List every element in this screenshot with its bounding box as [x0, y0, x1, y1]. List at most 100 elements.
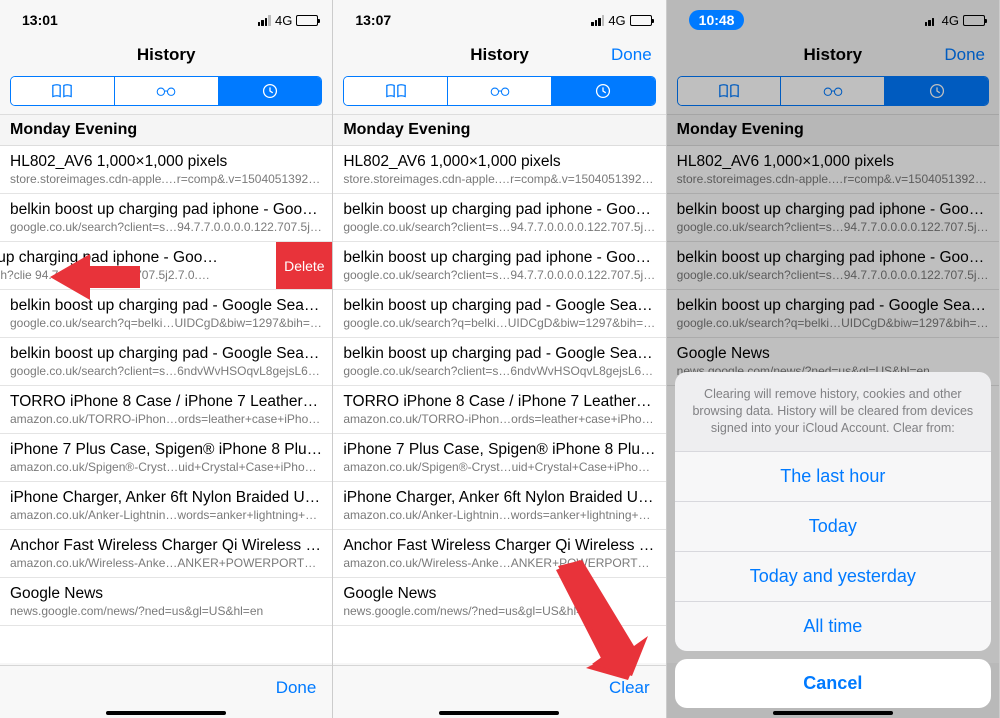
cancel-button[interactable]: Cancel: [675, 659, 991, 708]
page-title: History: [137, 45, 196, 65]
row-subtitle: google.co.uk/search?client=s…94.7.7.0.0.…: [677, 268, 989, 282]
history-row[interactable]: TORRO iPhone 8 Case / iPhone 7 Leather… …: [0, 386, 332, 434]
page-title: History: [470, 45, 529, 65]
history-row[interactable]: belkin boost up charging pad iphone - Go…: [333, 242, 665, 290]
history-row[interactable]: iPhone 7 Plus Case, Spigen® iPhone 8 Plu…: [0, 434, 332, 482]
row-title: boost up charging pad iphone - Goo…: [0, 249, 267, 267]
bookmarks-tab[interactable]: [11, 77, 115, 105]
history-tab[interactable]: [552, 77, 655, 105]
history-row[interactable]: HL802_AV6 1,000×1,000 pixelsstore.storei…: [667, 146, 999, 194]
row-subtitle: amazon.co.uk/Anker-Lightnin…words=anker+…: [343, 508, 655, 522]
history-row[interactable]: TORRO iPhone 8 Case / iPhone 7 Leather…a…: [333, 386, 665, 434]
clear-last-hour-option[interactable]: The last hour: [675, 452, 991, 502]
bookmarks-tab[interactable]: [344, 77, 448, 105]
status-time: 13:01: [22, 12, 58, 28]
navbar: History Done: [333, 34, 665, 76]
home-indicator[interactable]: [773, 711, 893, 715]
row-subtitle: amazon.co.uk/Spigen®-Cryst…uid+Crystal+C…: [343, 460, 655, 474]
history-row[interactable]: belkin boost up charging pad - Google Se…: [0, 290, 332, 338]
battery-icon: [963, 15, 985, 26]
history-row[interactable]: Google Newsnews.google.com/news/?ned=us&…: [333, 578, 665, 626]
segmented-control[interactable]: [343, 76, 655, 106]
row-title: belkin boost up charging pad - Google Se…: [343, 345, 655, 363]
row-title: Anchor Fast Wireless Charger Qi Wireless…: [343, 537, 655, 555]
row-subtitle: store.storeimages.cdn-apple.…r=comp&.v=1…: [10, 172, 322, 186]
history-row[interactable]: iPhone 7 Plus Case, Spigen® iPhone 8 Plu…: [333, 434, 665, 482]
segmented-control[interactable]: [10, 76, 322, 106]
row-title: TORRO iPhone 8 Case / iPhone 7 Leather…: [343, 393, 655, 411]
history-tab[interactable]: [885, 77, 988, 105]
reading-list-tab[interactable]: [115, 77, 219, 105]
row-subtitle: news.google.com/news/?ned=us&gl=US&hl=en: [10, 604, 322, 618]
clock-icon: [259, 82, 281, 100]
history-row[interactable]: iPhone Charger, Anker 6ft Nylon Braided …: [333, 482, 665, 530]
clear-today-option[interactable]: Today: [675, 502, 991, 552]
history-row[interactable]: belkin boost up charging pad - Google Se…: [333, 338, 665, 386]
history-row[interactable]: boost up charging pad iphone - Goo… uk/s…: [0, 242, 277, 289]
row-title: belkin boost up charging pad iphone - Go…: [343, 201, 655, 219]
done-button[interactable]: Done: [611, 34, 652, 76]
row-title: iPhone 7 Plus Case, Spigen® iPhone 8 Plu…: [10, 441, 322, 459]
segmented-control[interactable]: [677, 76, 989, 106]
clear-all-time-option[interactable]: All time: [675, 602, 991, 651]
row-subtitle: google.co.uk/search?q=belki…UIDCgD&biw=1…: [10, 316, 322, 330]
status-time[interactable]: 10:48: [689, 10, 745, 30]
row-subtitle: news.google.com/news/?ned=us&gl=US&hl=en: [343, 604, 655, 618]
signal-icon: [258, 15, 271, 26]
history-row[interactable]: Anchor Fast Wireless Charger Qi Wireless…: [0, 530, 332, 578]
row-subtitle: amazon.co.uk/TORRO-iPhon…ords=leather+ca…: [343, 412, 655, 426]
status-bar: 13:07 4G: [333, 0, 665, 34]
row-title: HL802_AV6 1,000×1,000 pixels: [10, 153, 322, 171]
row-title: Anchor Fast Wireless Charger Qi Wireless…: [10, 537, 322, 555]
history-row[interactable]: belkin boost up charging pad - Google Se…: [0, 338, 332, 386]
row-subtitle: amazon.co.uk/Spigen®-Cryst…uid+Crystal+C…: [10, 460, 322, 474]
row-title: belkin boost up charging pad - Google Se…: [343, 297, 655, 315]
reading-list-tab[interactable]: [781, 77, 885, 105]
history-row[interactable]: HL802_AV6 1,000×1,000 pixels store.store…: [0, 146, 332, 194]
delete-button[interactable]: Delete: [276, 242, 332, 289]
signal-icon: [925, 15, 938, 26]
history-row[interactable]: belkin boost up charging pad iphone - Go…: [0, 194, 332, 242]
row-title: iPhone Charger, Anker 6ft Nylon Braided …: [10, 489, 322, 507]
reading-list-tab[interactable]: [448, 77, 552, 105]
status-right: 4G: [925, 13, 985, 28]
history-row[interactable]: belkin boost up charging pad iphone - Go…: [667, 242, 999, 290]
battery-icon: [630, 15, 652, 26]
home-indicator[interactable]: [106, 711, 226, 715]
row-title: HL802_AV6 1,000×1,000 pixels: [677, 153, 989, 171]
home-indicator[interactable]: [439, 711, 559, 715]
history-row[interactable]: iPhone Charger, Anker 6ft Nylon Braided …: [0, 482, 332, 530]
history-tab[interactable]: [219, 77, 322, 105]
done-button[interactable]: Done: [276, 678, 317, 698]
glasses-icon: [155, 82, 177, 100]
history-row[interactable]: belkin boost up charging pad iphone - Go…: [333, 194, 665, 242]
signal-icon: [591, 15, 604, 26]
row-title: belkin boost up charging pad - Google Se…: [10, 345, 322, 363]
status-time: 13:07: [355, 12, 391, 28]
history-row[interactable]: Anchor Fast Wireless Charger Qi Wireless…: [333, 530, 665, 578]
row-subtitle: uk/search?clie 94.7.7.0.0.0.0.122.707.5j…: [0, 268, 267, 282]
history-row[interactable]: HL802_AV6 1,000×1,000 pixelsstore.storei…: [333, 146, 665, 194]
row-title: belkin boost up charging pad iphone - Go…: [10, 201, 322, 219]
navbar: History: [0, 34, 332, 76]
section-header: Monday Evening: [0, 114, 332, 146]
done-button[interactable]: Done: [944, 34, 985, 76]
row-subtitle: google.co.uk/search?q=belki…UIDCgD&biw=1…: [343, 316, 655, 330]
history-row[interactable]: belkin boost up charging pad - Google Se…: [667, 290, 999, 338]
section-header: Monday Evening: [667, 114, 999, 146]
clear-today-yesterday-option[interactable]: Today and yesterday: [675, 552, 991, 602]
history-row[interactable]: belkin boost up charging pad iphone - Go…: [667, 194, 999, 242]
clear-button[interactable]: Clear: [609, 678, 650, 698]
row-subtitle: google.co.uk/search?client=s…6ndvWvHSOqv…: [343, 364, 655, 378]
battery-icon: [296, 15, 318, 26]
history-row[interactable]: belkin boost up charging pad - Google Se…: [333, 290, 665, 338]
swiped-row-container[interactable]: boost up charging pad iphone - Goo… uk/s…: [0, 242, 332, 290]
history-list[interactable]: Monday Evening HL802_AV6 1,000×1,000 pix…: [0, 114, 332, 663]
row-title: HL802_AV6 1,000×1,000 pixels: [343, 153, 655, 171]
action-sheet-message: Clearing will remove history, cookies an…: [675, 372, 991, 452]
history-row[interactable]: Google News news.google.com/news/?ned=us…: [0, 578, 332, 626]
row-subtitle: google.co.uk/search?client=s…94.7.7.0.0.…: [343, 220, 655, 234]
history-list[interactable]: Monday Evening HL802_AV6 1,000×1,000 pix…: [333, 114, 665, 663]
screenshot-panel-1: 13:01 4G History Monday Evening HL802_AV…: [0, 0, 333, 718]
bookmarks-tab[interactable]: [678, 77, 782, 105]
